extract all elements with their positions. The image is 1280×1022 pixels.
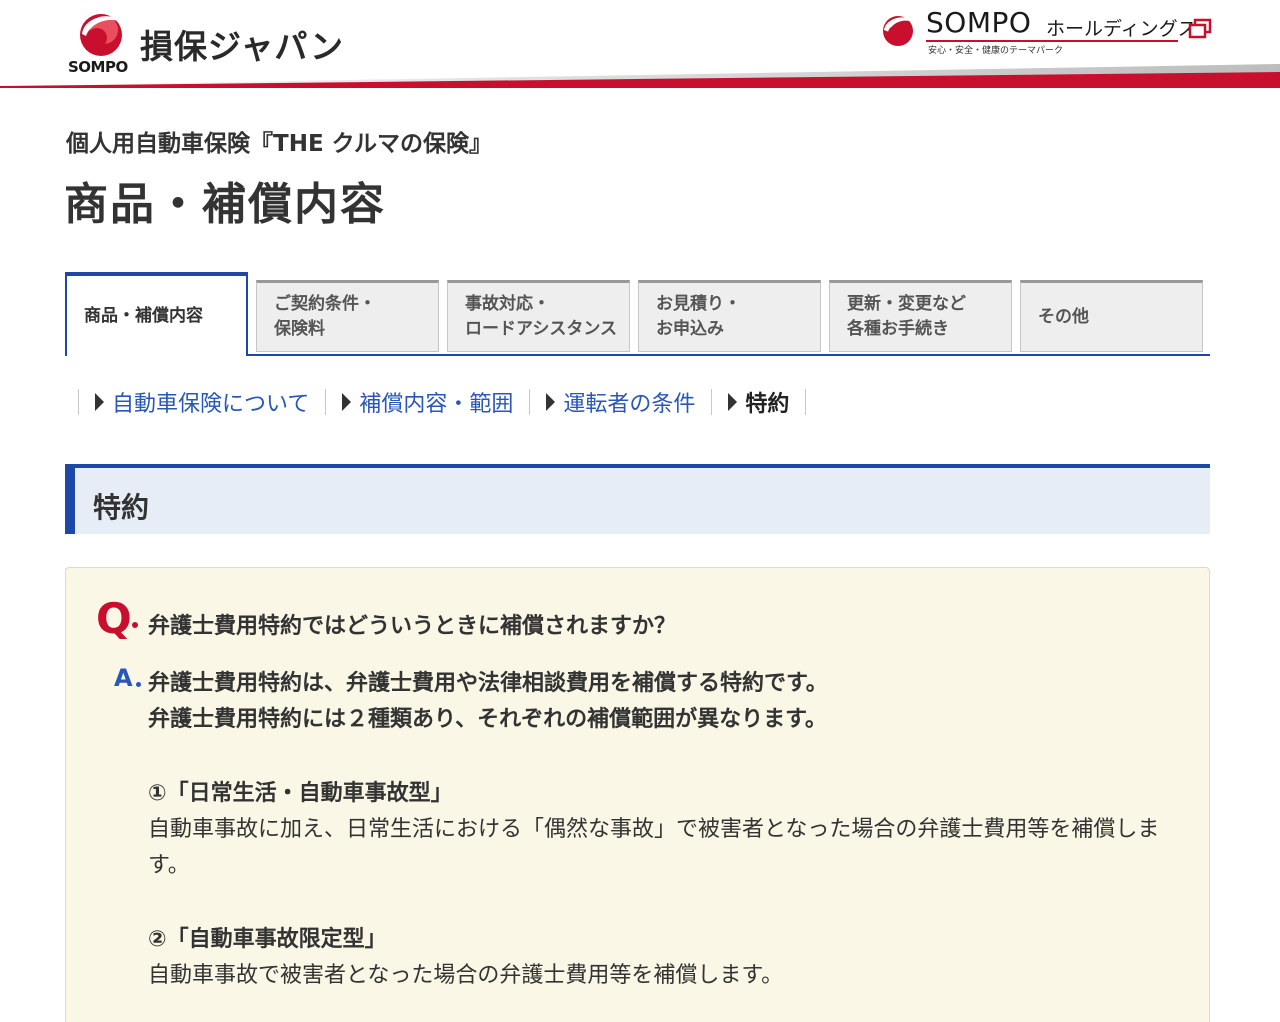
tab-accident-road-assistance[interactable]: 事故対応・ ロードアシスタンス (447, 280, 630, 352)
question-mark-label: Q (96, 594, 132, 643)
tab-label: お見積り・ お申込み (656, 294, 741, 339)
subnav-about-auto-insurance[interactable]: 自動車保険について (79, 386, 325, 418)
qa-box: Q 弁護士費用特約ではどういうときに補償されますか？ A 弁護士費用特約は、弁護… (65, 567, 1210, 1022)
section-title: 特約 (93, 491, 150, 524)
tab-quote-application[interactable]: お見積り・ お申込み (638, 280, 821, 352)
page-subtitle: 個人用自動車保険『THE クルマの保険』 (66, 131, 492, 157)
question-dot (132, 622, 138, 628)
triangle-right-icon (342, 393, 352, 411)
triangle-right-icon (728, 393, 738, 411)
sompo-holdings-logo-icon (883, 16, 914, 46)
subnav-label: 運転者の条件 (563, 392, 696, 417)
answer-line-2: 弁護士費用特約には２種類あり、それぞれの補償範囲が異なります。 (148, 707, 827, 732)
subnav-label: 特約 (745, 392, 790, 417)
site-header: SOMPO 損保ジャパン SOMPO ホールディングス 安心・安全・健康のテーマ… (0, 0, 1280, 88)
subnav-coverage-scope[interactable]: 補償内容・範囲 (326, 386, 529, 418)
sompo-logo-icon (80, 14, 124, 56)
type1-title: ①「日常生活・自動車事故型」 (148, 781, 453, 806)
tab-renewal-procedures[interactable]: 更新・変更など 各種お手続き (829, 280, 1012, 352)
header-red-band (0, 64, 1280, 88)
tab-other[interactable]: その他 (1020, 280, 1203, 352)
answer-dot (136, 682, 141, 687)
external-link-icon (1188, 18, 1212, 39)
answer-body: 弁護士費用特約は、弁護士費用や法律相談費用を補償する特約です。 弁護士費用特約に… (148, 666, 1178, 994)
holdings-tagline: 安心・安全・健康のテーマパーク (928, 46, 1064, 56)
sub-navigation: 自動車保険について 補償内容・範囲 運転者の条件 特約 (78, 386, 807, 418)
tab-label: その他 (1038, 306, 1089, 327)
tab-label: 商品・補償内容 (84, 305, 203, 326)
subnav-label: 補償内容・範囲 (359, 392, 514, 417)
holdings-suffix-text: ホールディングス (1046, 18, 1197, 40)
page-title: 商品・補償内容 (64, 179, 386, 230)
holdings-rule (926, 40, 1178, 42)
tab-contract-premium[interactable]: ご契約条件・ 保険料 (256, 280, 439, 352)
question-text: 弁護士費用特約ではどういうときに補償されますか？ (148, 614, 677, 639)
tab-label: 事故対応・ ロードアシスタンス (465, 294, 617, 339)
answer-mark-label: A (114, 664, 133, 692)
subnav-separator (805, 389, 807, 415)
section-header: 特約 (65, 464, 1210, 534)
tab-label: ご契約条件・ 保険料 (274, 294, 376, 339)
subnav-riders[interactable]: 特約 (712, 386, 805, 418)
triangle-right-icon (546, 393, 556, 411)
tab-products-coverage[interactable]: 商品・補償内容 (65, 272, 248, 356)
sompo-holdings-link[interactable]: SOMPO ホールディングス 安心・安全・健康のテーマパーク (880, 6, 1220, 62)
subnav-driver-conditions[interactable]: 運転者の条件 (530, 386, 711, 418)
holdings-sompo-text: SOMPO (926, 6, 1032, 39)
type2-description: 自動車事故で被害者となった場合の弁護士費用等を補償します。 (148, 963, 784, 988)
type2-title: ②「自動車事故限定型」 (148, 927, 387, 952)
type1-description: 自動車事故に加え、日常生活における「偶然な事故」で被害者となった場合の弁護士費用… (148, 817, 1160, 878)
answer-line-1: 弁護士費用特約は、弁護士費用や法律相談費用を補償する特約です。 (148, 671, 828, 696)
main-tabs: 商品・補償内容 ご契約条件・ 保険料 事故対応・ ロードアシスタンス お見積り・… (65, 272, 1210, 356)
brand-name: 損保ジャパン (140, 27, 344, 66)
subnav-label: 自動車保険について (112, 392, 310, 417)
triangle-right-icon (95, 393, 104, 411)
tab-label: 更新・変更など 各種お手続き (847, 294, 966, 339)
